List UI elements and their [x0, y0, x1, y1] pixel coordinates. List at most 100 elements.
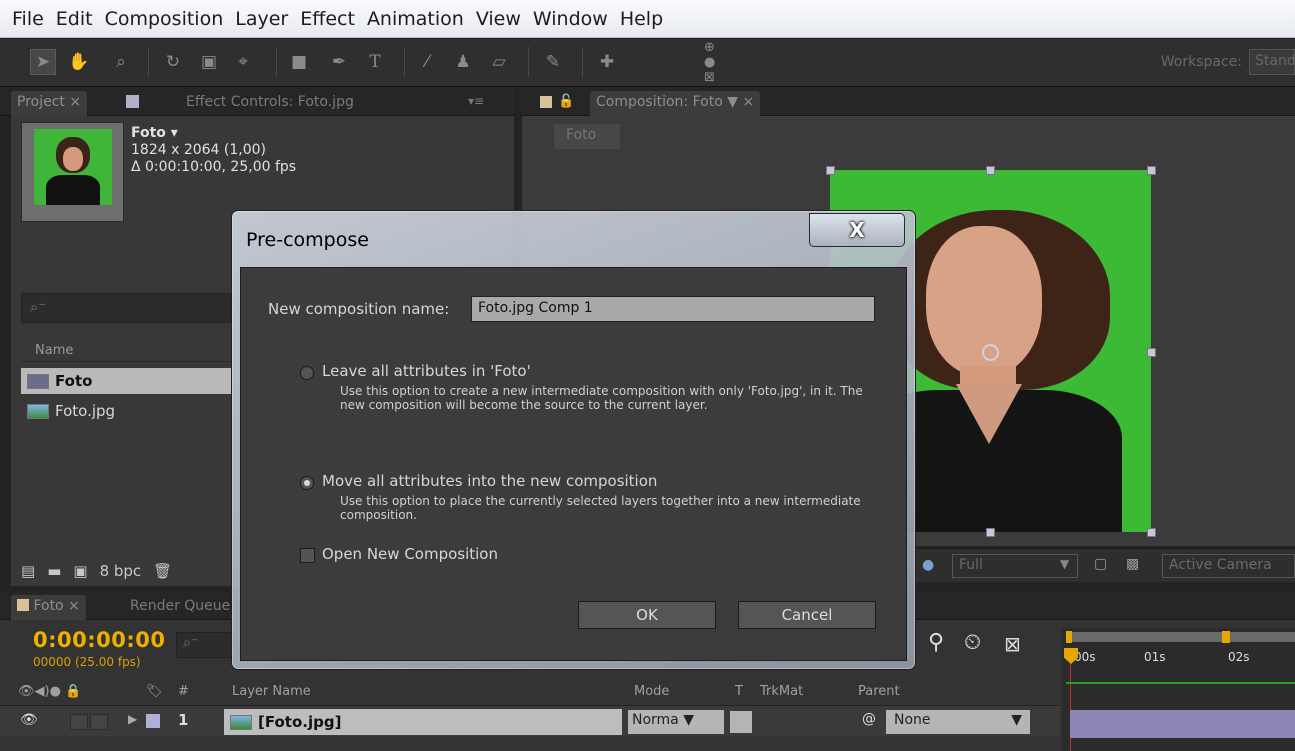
column-layer-name[interactable]: Layer Name: [232, 684, 311, 699]
column-name-header[interactable]: Name: [21, 340, 231, 362]
ok-button[interactable]: OK: [578, 601, 716, 629]
new-folder-icon[interactable]: ▬: [47, 562, 61, 580]
tab-composition[interactable]: Composition: Foto ▼ ×: [590, 91, 761, 116]
dialog-title: Pre-compose: [246, 229, 369, 251]
frame-count: 00000 (25.00 fps): [33, 655, 141, 669]
layer-duration-bar[interactable]: [1070, 710, 1295, 738]
project-item-info: Foto ▾ 1824 x 2064 (1,00) Δ 0:00:10:00, …: [131, 125, 296, 176]
work-area-bar[interactable]: [1066, 632, 1295, 642]
text-tool-icon[interactable]: T: [362, 49, 388, 75]
project-search-input[interactable]: ⌕⁻: [21, 293, 231, 323]
menu-edit[interactable]: Edit: [50, 8, 99, 30]
trkmat-dropdown[interactable]: [730, 711, 752, 733]
motion-blur-icon[interactable]: ⊠: [1004, 632, 1021, 656]
composition-color-icon: [540, 96, 552, 108]
brush-tool-icon[interactable]: ⁄: [414, 49, 440, 75]
search-icon: ⌕⁻: [30, 298, 47, 316]
axis-mode-icon[interactable]: ⊕ ● ⊠: [704, 40, 730, 85]
zoom-tool-icon[interactable]: ⌕: [108, 49, 134, 75]
anchor-point-icon[interactable]: [982, 344, 999, 361]
menu-view[interactable]: View: [470, 8, 527, 30]
parent-dropdown[interactable]: None ▼: [886, 710, 1030, 734]
project-item-foto-jpg[interactable]: Foto.jpg: [21, 398, 231, 424]
transform-handle[interactable]: [826, 166, 835, 175]
solo-toggle[interactable]: [70, 714, 88, 730]
pan-behind-tool-icon[interactable]: ⌖: [230, 49, 256, 75]
open-new-composition-label[interactable]: Open New Composition: [322, 545, 498, 563]
graph-editor-icon[interactable]: ⚲: [928, 630, 944, 655]
region-of-interest-icon[interactable]: ▢: [1094, 556, 1107, 572]
color-channels-icon[interactable]: ●: [922, 557, 934, 573]
selection-tool-icon[interactable]: ➤: [30, 49, 56, 75]
option-move-attributes-label[interactable]: Move all attributes into the new composi…: [322, 472, 657, 490]
roto-brush-tool-icon[interactable]: ✎: [540, 49, 566, 75]
camera-dropdown[interactable]: Active Camera: [1162, 554, 1295, 578]
cancel-button[interactable]: Cancel: [738, 601, 876, 629]
panel-menu-icon[interactable]: ▾≡: [462, 91, 490, 116]
option-move-attributes-radio[interactable]: [300, 476, 314, 490]
camera-tool-icon[interactable]: ▣: [196, 49, 222, 75]
lock-toggle[interactable]: [90, 714, 108, 730]
expand-arrow-icon[interactable]: ▶: [128, 712, 137, 726]
option-leave-attributes-radio[interactable]: [300, 366, 314, 380]
clone-stamp-tool-icon[interactable]: ♟: [450, 49, 476, 75]
menu-animation[interactable]: Animation: [361, 8, 470, 30]
item-label: Foto: [55, 372, 93, 390]
option-leave-attributes-label[interactable]: Leave all attributes in 'Foto': [322, 362, 531, 380]
composition-name-input[interactable]: Foto.jpg Comp 1: [471, 296, 875, 322]
menu-composition[interactable]: Composition: [99, 8, 230, 30]
project-item-foto[interactable]: Foto: [21, 368, 231, 394]
pen-tool-icon[interactable]: ✒: [326, 49, 352, 75]
column-mode: Mode: [634, 684, 670, 699]
label-color-swatch[interactable]: [146, 714, 160, 728]
tab-effect-controls[interactable]: Effect Controls: Foto.jpg: [180, 91, 360, 116]
menu-effect[interactable]: Effect: [294, 8, 361, 30]
eraser-tool-icon[interactable]: ▱: [486, 49, 512, 75]
menu-help[interactable]: Help: [614, 8, 669, 30]
work-area-end-handle[interactable]: [1222, 631, 1230, 643]
menu-layer[interactable]: Layer: [229, 8, 294, 30]
current-time-display[interactable]: 0:00:00:00: [33, 628, 165, 652]
transform-handle[interactable]: [1147, 348, 1156, 357]
layer-name-cell[interactable]: [Foto.jpg]: [224, 709, 622, 735]
stopwatch-icon[interactable]: ⏲: [964, 630, 981, 655]
pick-whip-icon[interactable]: @: [862, 711, 876, 727]
chevron-down-icon[interactable]: ▼: [1060, 557, 1069, 571]
open-new-composition-checkbox[interactable]: [300, 548, 315, 563]
interpret-footage-icon[interactable]: ▤: [21, 562, 35, 580]
trash-icon[interactable]: 🗑: [153, 562, 172, 580]
transform-handle[interactable]: [1147, 166, 1156, 175]
timeline-search-input[interactable]: ⌕⁻: [176, 632, 236, 658]
puppet-pin-tool-icon[interactable]: ✚: [594, 49, 620, 75]
option-move-attributes-description: Use this option to place the currently s…: [340, 494, 861, 522]
item-name[interactable]: Foto ▾: [131, 125, 296, 142]
av-features-icon: 👁◀)● 🔒: [18, 684, 82, 699]
workspace-dropdown[interactable]: Standard: [1249, 49, 1295, 75]
rotation-tool-icon[interactable]: ↻: [160, 49, 186, 75]
tab-render-queue[interactable]: Render Queue: [124, 595, 236, 620]
blend-mode-dropdown[interactable]: Norma ▼: [628, 710, 724, 734]
transform-handle[interactable]: [986, 166, 995, 175]
menu-file[interactable]: File: [6, 8, 50, 30]
work-area-indicator: [1066, 682, 1295, 684]
tab-timeline-foto[interactable]: Foto ×: [11, 595, 86, 620]
bpc-toggle[interactable]: 8 bpc: [100, 562, 142, 580]
layer-name: [Foto.jpg]: [258, 713, 342, 731]
work-area-start-handle[interactable]: [1066, 631, 1072, 643]
ruler-label: 02s: [1228, 650, 1250, 664]
tab-project[interactable]: Project ×: [11, 91, 88, 116]
transform-handle[interactable]: [986, 528, 995, 537]
timeline-track-area[interactable]: 00s 01s 02s: [1062, 628, 1295, 751]
menu-window[interactable]: Window: [527, 8, 614, 30]
close-icon: X: [849, 218, 865, 242]
comp-breadcrumb[interactable]: Foto: [554, 124, 620, 149]
rectangle-tool-icon[interactable]: ■: [286, 49, 312, 75]
transform-handle[interactable]: [1147, 528, 1156, 537]
lock-icon[interactable]: 🔓: [558, 94, 574, 109]
column-trkmat: TrkMat: [760, 684, 804, 699]
eye-icon[interactable]: 👁: [20, 712, 38, 728]
close-button[interactable]: X: [809, 213, 905, 247]
hand-tool-icon[interactable]: ✋: [66, 49, 92, 75]
transparency-grid-icon[interactable]: ▩: [1126, 556, 1139, 572]
new-composition-icon[interactable]: ▣: [73, 562, 87, 580]
